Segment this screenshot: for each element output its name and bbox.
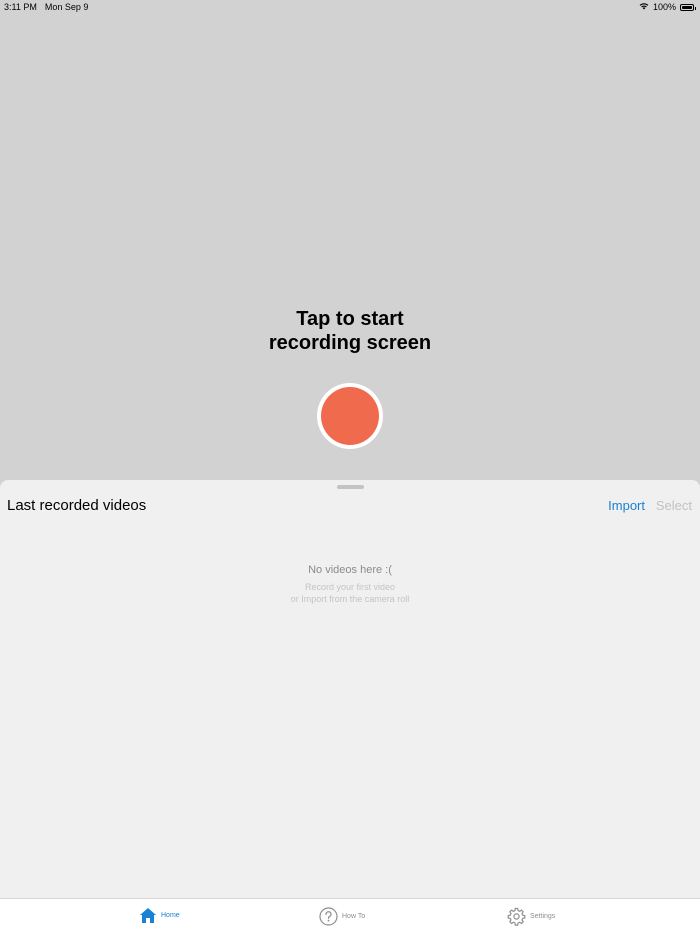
- record-prompt-line2: recording screen: [268, 332, 432, 354]
- sheet-grabber-handle[interactable]: [337, 485, 364, 489]
- import-button[interactable]: Import: [608, 498, 645, 513]
- record-button[interactable]: [317, 383, 383, 449]
- tab-settings[interactable]: Settings: [507, 907, 555, 926]
- tab-how-to-label: How To: [342, 913, 366, 920]
- sheet-title: Last recorded videos: [7, 497, 147, 514]
- screen: 3:11 PM Mon Sep 9 100% Tap to start reco…: [0, 0, 700, 934]
- question-icon: [319, 907, 338, 926]
- battery-icon: [680, 3, 696, 11]
- battery-fill: [682, 5, 692, 9]
- battery-percent: 100%: [652, 2, 676, 12]
- status-date: Mon Sep 9: [44, 2, 89, 12]
- status-time: 3:11 PM: [4, 2, 37, 12]
- empty-state-subtitle: Record your first video or Import from t…: [0, 581, 700, 605]
- tab-bar: Home How To Settings: [0, 898, 700, 934]
- status-bar: 3:11 PM Mon Sep 9 100%: [0, 0, 700, 14]
- status-left: 3:11 PM Mon Sep 9: [4, 2, 88, 12]
- home-icon: [139, 907, 157, 924]
- gear-icon: [507, 907, 526, 926]
- record-button-inner: [321, 387, 379, 445]
- videos-sheet: Last recorded videos Import Select No vi…: [0, 480, 700, 934]
- record-prompt: Tap to start recording screen: [0, 307, 700, 355]
- tab-home-label: Home: [161, 912, 180, 919]
- empty-state-title: No videos here :(: [308, 564, 392, 576]
- record-prompt-line1: Tap to start: [296, 308, 404, 330]
- empty-state-line2: or Import from the camera roll: [290, 594, 410, 604]
- status-right: 100%: [639, 2, 696, 12]
- battery-tip: [694, 6, 696, 10]
- tab-settings-label: Settings: [530, 913, 556, 920]
- tab-how-to[interactable]: How To: [319, 907, 365, 926]
- wifi-icon: [639, 2, 649, 12]
- empty-state-line1: Record your first video: [304, 582, 396, 592]
- select-button[interactable]: Select: [656, 498, 692, 513]
- tab-home[interactable]: Home: [139, 907, 180, 924]
